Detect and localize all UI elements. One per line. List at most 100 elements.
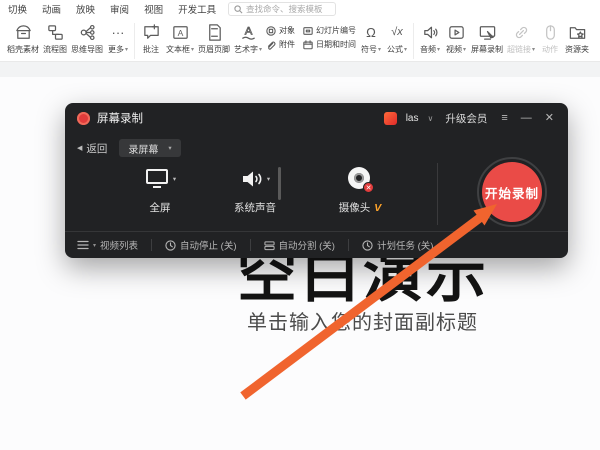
caret-down-icon: ▾ (259, 47, 262, 53)
wps-account-logo-icon (384, 112, 397, 125)
search-placeholder: 查找命令、搜索模板 (246, 3, 323, 15)
dialog-menu-button[interactable]: ≡ (499, 113, 509, 124)
bottom-bar-divider (348, 239, 349, 251)
record-mode-dropdown[interactable]: 录屏幕 ▾ (119, 139, 180, 157)
slide-subtitle-placeholder[interactable]: 单击输入您的封面副标题 (247, 306, 478, 335)
ribbon-docer-assets[interactable]: 稻壳素材 (5, 21, 41, 56)
video-list-button[interactable]: ▾ 视频列表 (77, 238, 138, 252)
auto-split-toggle[interactable]: 自动分割 (关) (264, 238, 335, 252)
ribbon-object[interactable]: 对象 (266, 25, 295, 36)
mouse-icon (541, 22, 560, 42)
webcam-icon: ✕ (348, 167, 372, 191)
toolbar-canvas-divider (0, 62, 600, 77)
caret-down-icon: ▾ (191, 47, 194, 53)
caret-down-icon: ▾ (168, 144, 171, 152)
ribbon-formula[interactable]: √x 公式▾ (384, 21, 410, 56)
wps-presentation-window: 切换 动画 放映 审阅 视图 开发工具 会员专享 查找命令、搜索模板 稻壳素材 … (0, 0, 600, 450)
menu-tab-review[interactable]: 审阅 (110, 2, 129, 16)
ribbon-flowchart[interactable]: 流程图 (41, 21, 69, 56)
ribbon-slide-number[interactable]: 幻灯片编号 (303, 25, 356, 36)
fullscreen-control[interactable]: ▾ 全屏 (127, 163, 193, 215)
caret-down-icon: ▾ (125, 47, 128, 53)
menu-tab-devtools[interactable]: 开发工具 (178, 2, 216, 16)
ribbon-screen-record[interactable]: 屏幕录制 (469, 21, 505, 56)
slide-number-icon (303, 26, 313, 36)
hyperlink-icon (512, 22, 531, 42)
wordart-icon: A (239, 22, 258, 42)
controls-divider (437, 163, 438, 225)
more-dots-icon: ··· (112, 22, 125, 42)
caret-down-icon: ▾ (378, 47, 381, 53)
controls-scrollbar[interactable] (278, 167, 281, 200)
caret-down-icon: ▾ (173, 175, 176, 183)
close-button[interactable]: ✕ (543, 113, 556, 124)
ribbon-date-time[interactable]: 日期和时间 (303, 39, 356, 50)
monitor-icon (144, 168, 170, 190)
ribbon-header-footer[interactable]: 页眉页脚 (196, 21, 232, 56)
ribbon-insert-small-group: 对象 幻灯片编号 附件 日期和时间 (264, 21, 358, 50)
menu-bar: 切换 动画 放映 审阅 视图 开发工具 会员专享 查找命令、搜索模板 (0, 0, 600, 18)
ribbon-textbox[interactable]: A 文本框▾ (164, 21, 196, 56)
minimize-button[interactable]: — (519, 113, 534, 124)
dialog-nav-row: ◀ 返回 录屏幕 ▾ (77, 139, 181, 157)
command-search-box[interactable]: 查找命令、搜索模板 (228, 2, 336, 16)
caret-down-icon: ▾ (267, 175, 270, 183)
dialog-bottom-bar: ▾ 视频列表 自动停止 (关) 自动分割 (关) 计划任务 (关) (65, 231, 568, 258)
object-icon (266, 26, 276, 36)
ribbon-video[interactable]: 视频▾ (443, 21, 469, 56)
record-app-logo-icon (77, 112, 90, 125)
omega-icon: Ω (366, 22, 376, 42)
dialog-title: 屏幕录制 (97, 110, 143, 126)
menu-tab-slideshow[interactable]: 放映 (76, 2, 95, 16)
bottom-bar-divider (151, 239, 152, 251)
speaker-icon (421, 22, 440, 42)
ribbon-toolbar: 稻壳素材 流程图 思维导图 ··· 更多▾ 批注 A 文本框▾ 页眉页脚 A (0, 18, 600, 62)
svg-text:A: A (177, 27, 183, 37)
dialog-titlebar[interactable]: 屏幕录制 las ∨ 升级会员 ≡ — ✕ (65, 103, 568, 133)
screen-record-icon (478, 22, 497, 42)
ribbon-audio[interactable]: 音频▾ (417, 21, 443, 56)
ribbon-symbol[interactable]: Ω 符号▾ (358, 21, 384, 56)
folder-star-icon (568, 22, 587, 42)
paperclip-icon (266, 40, 276, 50)
ribbon-divider (413, 23, 414, 59)
speaker-icon (240, 168, 264, 190)
search-icon (234, 5, 243, 14)
caret-down-icon: ▾ (93, 242, 96, 249)
list-icon (77, 240, 89, 250)
menu-tab-view[interactable]: 视图 (144, 2, 163, 16)
chevron-down-icon[interactable]: ∨ (428, 114, 434, 123)
ribbon-action: 动作 (537, 21, 563, 56)
ribbon-more[interactable]: ··· 更多▾ (105, 21, 131, 56)
start-record-button[interactable]: 开始录制 (482, 162, 542, 222)
ribbon-comment[interactable]: 批注 (138, 21, 164, 56)
caret-down-icon: ▾ (437, 47, 440, 53)
caret-down-icon: ▾ (404, 47, 407, 53)
split-icon (264, 240, 275, 251)
caret-down-icon: ▾ (532, 47, 535, 53)
clock-icon (362, 240, 373, 251)
screen-record-dialog: 屏幕录制 las ∨ 升级会员 ≡ — ✕ ◀ 返回 录屏幕 ▾ (65, 103, 568, 258)
ribbon-resource-folder[interactable]: 资源夹 (563, 21, 591, 56)
account-name: las (406, 113, 419, 124)
menu-tab-transition[interactable]: 切换 (8, 2, 27, 16)
docer-assets-icon (14, 22, 33, 42)
vip-badge: V (374, 202, 381, 214)
formula-icon: √x (391, 22, 403, 42)
menu-tab-animation[interactable]: 动画 (42, 2, 61, 16)
auto-stop-toggle[interactable]: 自动停止 (关) (165, 238, 236, 252)
back-arrow-icon: ◀ (77, 144, 82, 152)
svg-text:A: A (244, 25, 252, 37)
scheduled-task-toggle[interactable]: 计划任务 (关) (362, 238, 433, 252)
video-icon (447, 22, 466, 42)
ribbon-wordart[interactable]: A 艺术字▾ (232, 21, 264, 56)
upgrade-member-button[interactable]: 升级会员 (445, 111, 487, 126)
clock-icon (165, 240, 176, 251)
ribbon-mindmap[interactable]: 思维导图 (69, 21, 105, 56)
bottom-bar-divider (250, 239, 251, 251)
camera-control[interactable]: ✕ 摄像头 V (327, 163, 393, 215)
ribbon-divider (134, 23, 135, 59)
back-button[interactable]: ◀ 返回 (77, 141, 107, 156)
ribbon-attachment[interactable]: 附件 (266, 39, 295, 50)
comment-icon (142, 22, 161, 42)
